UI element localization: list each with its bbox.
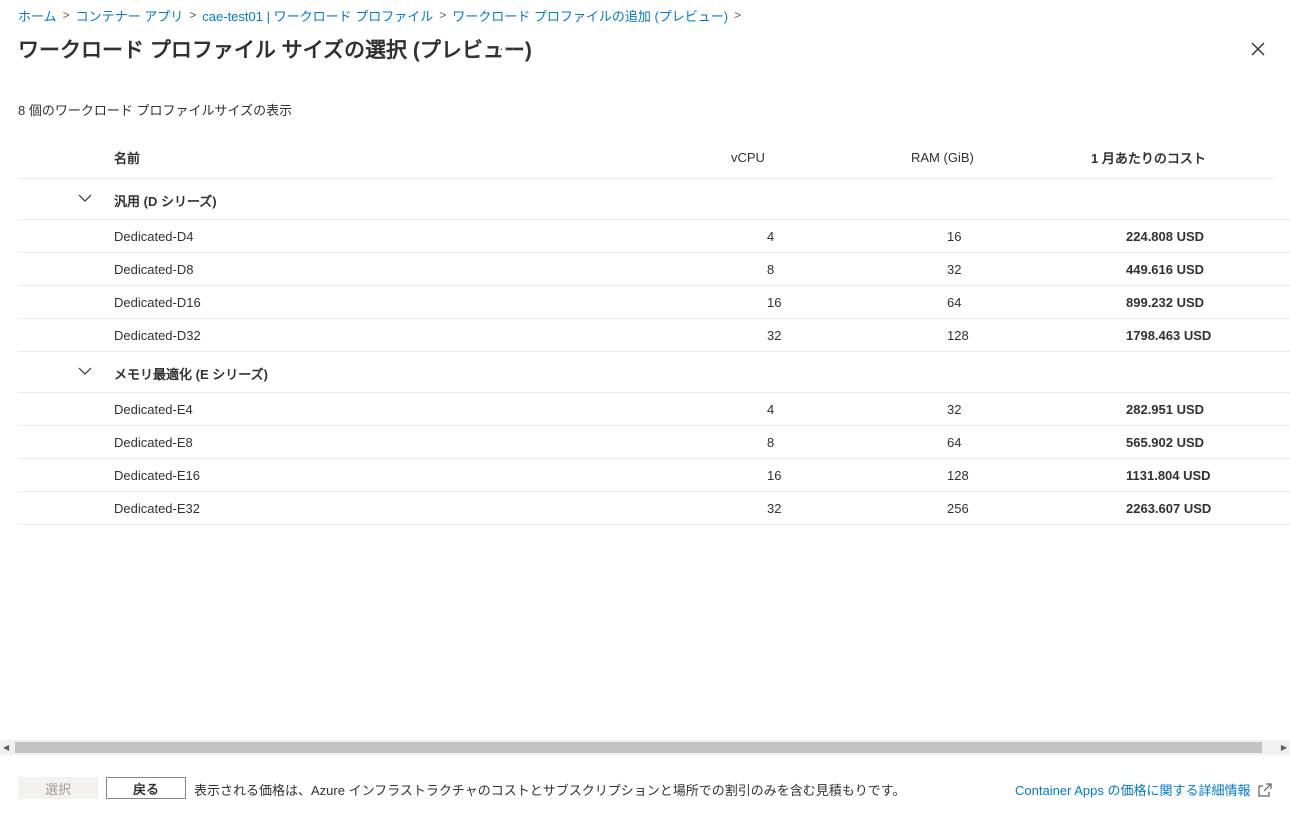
chevron-right-icon: > [62,8,70,22]
cell-ram: 128 [947,328,969,343]
group-header-general-purpose[interactable]: 汎用 (D シリーズ) [18,179,1290,220]
cell-vcpu: 16 [767,295,782,310]
chevron-down-icon[interactable] [78,193,92,203]
select-button[interactable]: 選択 [18,777,98,799]
horizontal-scrollbar[interactable]: ◀ ▶ [0,740,1290,755]
cell-vcpu: 8 [767,262,775,277]
column-header-ram[interactable]: RAM (GiB) [911,150,974,165]
cell-ram: 32 [947,262,962,277]
close-icon[interactable] [1248,39,1268,59]
group-label: メモリ最適化 (E シリーズ) [114,367,268,382]
table-row[interactable]: Dedicated-D4 4 16 224.808 USD [18,220,1290,253]
chevron-down-icon[interactable] [78,366,92,376]
table-row[interactable]: Dedicated-E8 8 64 565.902 USD [18,426,1290,459]
table-header: 名前 vCPU RAM (GiB) 1 月あたりのコスト [18,136,1275,179]
cell-cost: 1131.804 USD [1126,468,1211,483]
cell-cost: 2263.607 USD [1126,501,1212,516]
cell-vcpu: 4 [767,402,775,417]
table-row[interactable]: Dedicated-D8 8 32 449.616 USD [18,253,1290,286]
cell-vcpu: 32 [767,501,782,516]
cell-name: Dedicated-E8 [114,435,193,450]
column-header-cost[interactable]: 1 月あたりのコスト [1091,148,1206,167]
column-header-name[interactable]: 名前 [114,148,140,167]
cell-name: Dedicated-E32 [114,501,200,516]
cell-vcpu: 4 [767,229,775,244]
profile-size-table: 名前 vCPU RAM (GiB) 1 月あたりのコスト 汎用 (D シリーズ)… [18,136,1290,525]
cell-ram: 64 [947,435,962,450]
cell-name: Dedicated-E4 [114,402,193,417]
table-row[interactable]: Dedicated-D16 16 64 899.232 USD [18,286,1290,319]
result-count: 8 個のワークロード プロファイルサイズの表示 [18,103,293,118]
chevron-right-icon: > [439,8,447,22]
cell-cost: 224.808 USD [1126,229,1205,244]
back-button[interactable]: 戻る [106,777,186,799]
column-header-vcpu[interactable]: vCPU [731,150,765,165]
cell-cost: 899.232 USD [1126,295,1205,310]
cell-name: Dedicated-E16 [114,468,200,483]
group-label: 汎用 (D シリーズ) [114,194,217,209]
group-header-memory-optimized[interactable]: メモリ最適化 (E シリーズ) [18,352,1290,393]
cell-ram: 64 [947,295,962,310]
external-link-icon[interactable] [1257,782,1273,798]
chevron-right-icon: > [734,8,742,22]
cell-cost: 282.951 USD [1126,402,1205,417]
breadcrumb-workload-profiles[interactable]: cae-test01 | ワークロード プロファイル [202,6,433,25]
scroll-left-icon[interactable]: ◀ [3,743,9,752]
page-title: ワークロード プロファイル サイズの選択 (プレビュー) [18,39,532,62]
cell-name: Dedicated-D32 [114,328,201,343]
scrollbar-thumb[interactable] [15,742,1262,753]
breadcrumb: ホーム > コンテナー アプリ > cae-test01 | ワークロード プロ… [18,6,747,24]
cell-name: Dedicated-D4 [114,229,194,244]
cell-name: Dedicated-D8 [114,262,194,277]
ellipsis-icon[interactable]: ··· [499,40,516,56]
cell-name: Dedicated-D16 [114,295,201,310]
pricing-details-link[interactable]: Container Apps の価格に関する詳細情報 [1015,780,1273,799]
cell-ram: 256 [947,501,969,516]
cell-ram: 32 [947,402,962,417]
pricing-details-link-label[interactable]: Container Apps の価格に関する詳細情報 [1015,780,1251,799]
cell-cost: 565.902 USD [1126,435,1205,450]
table-row[interactable]: Dedicated-E4 4 32 282.951 USD [18,393,1290,426]
cell-cost: 449.616 USD [1126,262,1205,277]
scroll-right-icon[interactable]: ▶ [1281,743,1287,752]
cell-vcpu: 16 [767,468,782,483]
breadcrumb-home[interactable]: ホーム [18,6,57,25]
cell-cost: 1798.463 USD [1126,328,1212,343]
pricing-note: 表示される価格は、Azure インフラストラクチャのコストとサブスクリプションと… [194,783,906,798]
breadcrumb-container-apps[interactable]: コンテナー アプリ [76,6,184,25]
cell-ram: 128 [947,468,969,483]
cell-vcpu: 8 [767,435,775,450]
cell-ram: 16 [947,229,962,244]
chevron-right-icon: > [189,8,197,22]
table-row[interactable]: Dedicated-D32 32 128 1798.463 USD [18,319,1290,352]
table-row[interactable]: Dedicated-E16 16 128 1131.804 USD [18,459,1290,492]
cell-vcpu: 32 [767,328,782,343]
table-row[interactable]: Dedicated-E32 32 256 2263.607 USD [18,492,1290,525]
breadcrumb-add-workload-profile[interactable]: ワークロード プロファイルの追加 (プレビュー) [452,6,728,25]
